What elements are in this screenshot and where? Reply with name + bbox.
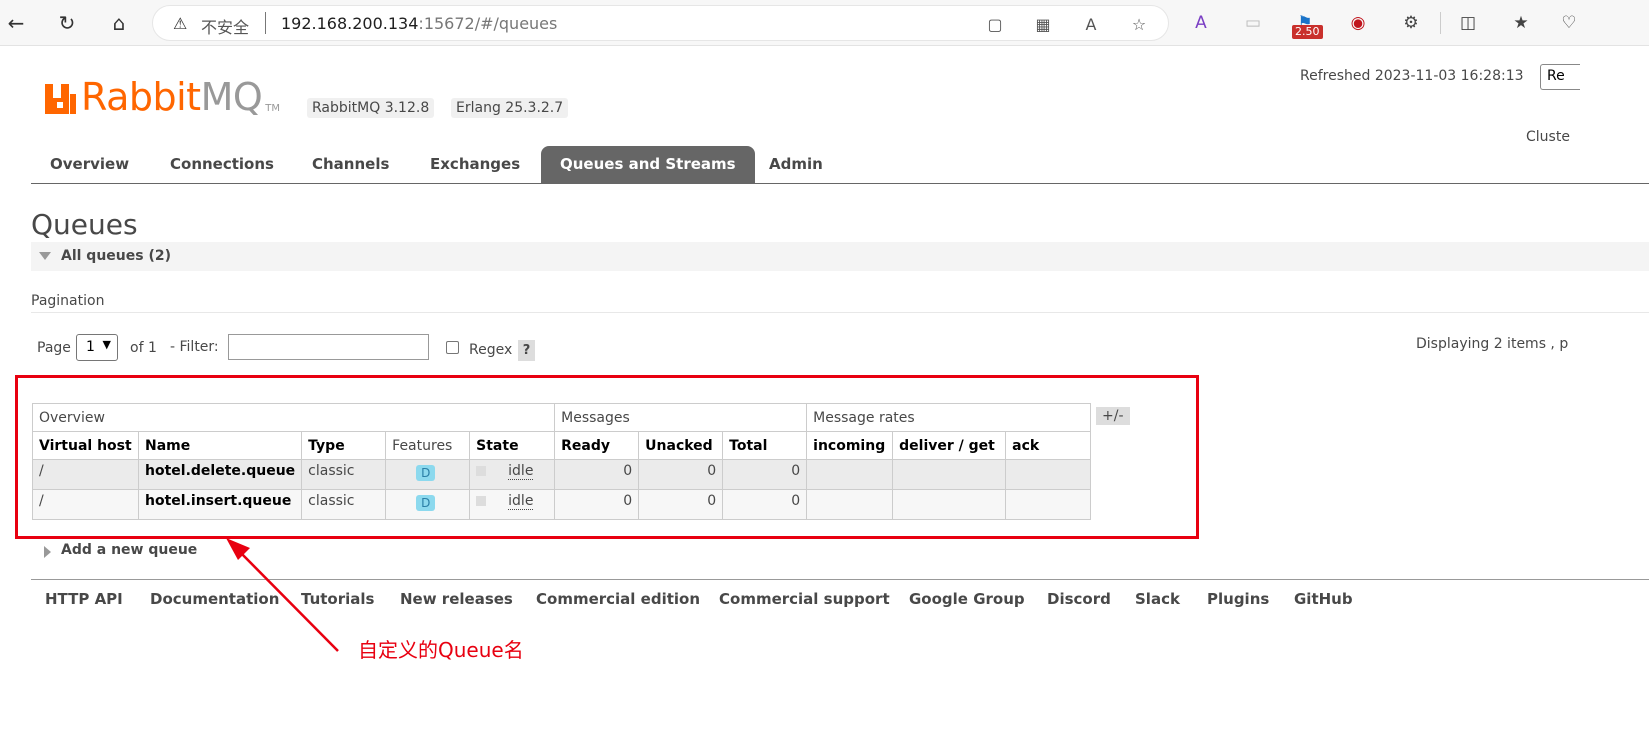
url-text[interactable]: 192.168.200.134:15672/#/queues <box>281 14 557 33</box>
tab-overview[interactable]: Overview <box>31 146 148 183</box>
url-path: :15672/#/queues <box>418 14 558 33</box>
footer-divider <box>31 579 1649 580</box>
filter-label: - Filter: <box>170 339 219 355</box>
footer-link-github[interactable]: GitHub <box>1294 590 1353 608</box>
rabbitmq-version: RabbitMQ 3.12.8 <box>307 98 435 118</box>
all-queues-label: All queues (2) <box>61 248 171 264</box>
address-bar[interactable]: ⚠ 不安全 192.168.200.134:15672/#/queues ▢ ▦… <box>152 5 1169 41</box>
page-of-label: of 1 <box>130 340 157 356</box>
displaying-count: Displaying 2 items , p <box>1416 336 1569 352</box>
logo-wordmark: RabbitMQ <box>81 75 263 119</box>
url-host: 192.168.200.134 <box>281 14 419 33</box>
warning-icon[interactable]: ⚠ <box>173 14 187 33</box>
pagination-divider <box>31 312 1649 313</box>
pagination-heading: Pagination <box>31 293 105 309</box>
address-divider <box>265 12 266 34</box>
regex-help-button[interactable]: ? <box>518 340 535 361</box>
footer-link-slack[interactable]: Slack <box>1135 590 1180 608</box>
filter-input[interactable] <box>228 334 429 360</box>
erlang-version: Erlang 25.3.2.7 <box>451 98 569 118</box>
annotation-text: 自定义的Queue名 <box>358 638 524 662</box>
page-title: Queues <box>31 208 138 241</box>
favorite-star-icon[interactable]: ☆ <box>1127 12 1151 36</box>
cast-icon[interactable]: ▭ <box>1240 10 1266 36</box>
regex-checkbox[interactable] <box>446 341 459 354</box>
rabbitmq-logo-mark-icon <box>43 82 77 116</box>
footer-link-new-releases[interactable]: New releases <box>400 590 513 608</box>
tab-exchanges[interactable]: Exchanges <box>411 146 539 183</box>
collections-icon[interactable]: ♡ <box>1556 10 1582 36</box>
collapse-triangle-icon <box>39 252 51 260</box>
footer-link-commercial-support[interactable]: Commercial support <box>719 590 890 608</box>
home-icon[interactable]: ⌂ <box>105 9 133 37</box>
rabbitmq-logo[interactable]: RabbitMQ TM <box>43 78 280 116</box>
add-queue-label: Add a new queue <box>61 542 198 558</box>
footer-link-google-group[interactable]: Google Group <box>909 590 1025 608</box>
record-extension-icon[interactable]: ◉ <box>1345 10 1371 36</box>
footer-link-discord[interactable]: Discord <box>1047 590 1111 608</box>
footer-link-http-api[interactable]: HTTP API <box>45 590 123 608</box>
back-arrow-icon[interactable]: ← <box>2 9 30 37</box>
logo-mq-text: MQ <box>200 75 263 119</box>
footer-link-plugins[interactable]: Plugins <box>1207 590 1269 608</box>
tab-admin[interactable]: Admin <box>750 146 842 183</box>
tab-channels[interactable]: Channels <box>293 146 408 183</box>
favorites-icon[interactable]: ★ <box>1508 10 1534 36</box>
read-aloud-icon[interactable]: A <box>1079 12 1103 36</box>
expand-triangle-icon <box>44 546 51 558</box>
tab-queues-and-streams[interactable]: Queues and Streams <box>541 146 755 183</box>
page-select[interactable]: 1 ▼ <box>76 334 118 361</box>
toolbar-divider <box>1440 12 1441 34</box>
main-tabs: Overview Connections Channels Exchanges … <box>31 146 1649 184</box>
logo-brand-text: Rabbit <box>81 75 201 119</box>
app-available-icon[interactable]: ▢ <box>983 12 1007 36</box>
reload-icon[interactable]: ↻ <box>53 9 81 37</box>
page-label: Page <box>37 340 71 356</box>
logo-trademark: TM <box>265 103 281 114</box>
refreshed-timestamp: Refreshed 2023-11-03 16:28:13 <box>1300 68 1524 84</box>
browser-toolbar: ← ↻ ⌂ ⚠ 不安全 192.168.200.134:15672/#/queu… <box>0 0 1649 46</box>
cluster-label: Cluste <box>1526 129 1570 145</box>
chevron-down-icon: ▼ <box>102 338 111 351</box>
annotation-highlight-box <box>15 375 1199 539</box>
split-screen-icon[interactable]: ◫ <box>1455 10 1481 36</box>
translate-extension-icon[interactable]: A <box>1188 10 1214 36</box>
footer-link-commercial-edition[interactable]: Commercial edition <box>536 590 700 608</box>
insecure-label[interactable]: 不安全 <box>201 14 249 38</box>
grid-icon[interactable]: ▦ <box>1031 12 1055 36</box>
regex-label: Regex <box>469 342 513 358</box>
footer-link-tutorials[interactable]: Tutorials <box>301 590 374 608</box>
all-queues-section-header[interactable]: All queues (2) <box>31 242 1649 271</box>
extensions-puzzle-icon[interactable]: ⚙ <box>1398 10 1424 36</box>
page-select-value: 1 <box>86 339 95 355</box>
footer-link-documentation[interactable]: Documentation <box>150 590 279 608</box>
refresh-interval-select[interactable]: Re <box>1540 64 1580 90</box>
tab-connections[interactable]: Connections <box>151 146 293 183</box>
extension-badge: 2.50 <box>1292 25 1323 39</box>
